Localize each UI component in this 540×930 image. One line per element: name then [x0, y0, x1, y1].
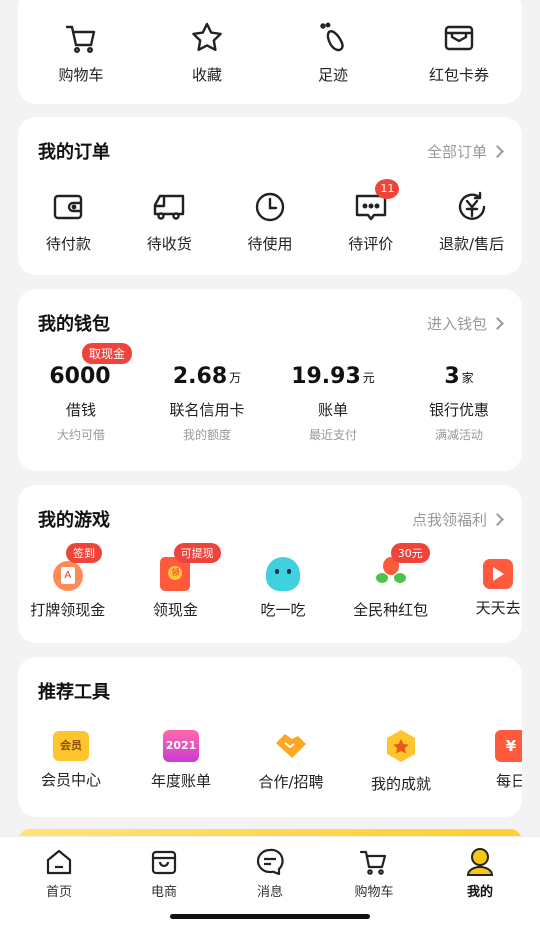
game-eat[interactable]: 吃一吃 [229, 555, 337, 620]
tool-daily[interactable]: ¥ 每日 [456, 729, 522, 794]
tab-messages[interactable]: 消息 [230, 847, 310, 900]
order-pending-delivery[interactable]: 待收货 [119, 189, 220, 254]
video-icon [483, 559, 514, 589]
calendar-icon: 2021 [163, 730, 199, 762]
chevron-right-icon [491, 512, 504, 526]
handshake-icon [273, 729, 309, 763]
tool-achievements[interactable]: 我的成就 [346, 729, 456, 794]
medal-icon [384, 729, 418, 765]
wallet-loan[interactable]: 取现金 6000 借钱 大约可借 [18, 343, 144, 443]
quick-footprint[interactable]: 足迹 [270, 20, 396, 85]
chevron-right-icon [491, 316, 504, 330]
cute-blob-icon [265, 557, 300, 591]
game-get-cash[interactable]: 领 可提现 领现金 [122, 543, 230, 620]
game-plant-red-packet[interactable]: 30元 全民种红包 [337, 543, 445, 620]
truck-icon [151, 189, 187, 225]
refund-icon [454, 189, 490, 225]
chevron-right-icon [491, 144, 504, 158]
wallet-title: 我的钱包 [38, 314, 110, 335]
home-indicator [170, 914, 370, 919]
wallet-credit-card[interactable]: 2.68 万 联名信用卡 我的额度 [144, 359, 270, 443]
cart-icon [63, 20, 99, 56]
footprint-icon [315, 20, 351, 56]
tool-member-center[interactable]: 会员 会员中心 [18, 729, 126, 794]
wallet-icon [50, 189, 86, 225]
review-count-badge: 11 [375, 179, 400, 199]
profile-icon [466, 848, 494, 876]
games-card: 我的游戏 点我领福利 A 签到 打牌领现金 领 可提现 领现金 吃一吃 30元 … [18, 485, 522, 643]
quick-coupons[interactable]: 红包卡券 [396, 20, 522, 85]
wallet-bill[interactable]: 19.93 元 账单 最近支付 [270, 359, 396, 443]
thirty-yuan-badge: 30元 [390, 543, 430, 563]
tools-title: 推荐工具 [38, 682, 110, 703]
message-icon [256, 848, 284, 876]
orders-title: 我的订单 [38, 142, 110, 163]
sign-in-badge: 签到 [66, 543, 102, 563]
member-icon: 会员 [53, 731, 89, 761]
tab-cart[interactable]: 购物车 [334, 847, 414, 900]
daily-calendar-icon: ¥ [495, 730, 522, 762]
shop-icon [151, 850, 177, 875]
cash-badge: 取现金 [82, 343, 133, 364]
bill-value: 19.93 [291, 364, 361, 389]
quick-cart[interactable]: 购物车 [18, 20, 144, 85]
orders-card: 我的订单 全部订单 待付款 待收货 待使用 11 待评价 退款/售后 [18, 117, 522, 275]
game-daily-go[interactable]: 天天去 [444, 555, 522, 620]
tab-home[interactable]: 首页 [19, 847, 99, 900]
coupon-icon [441, 20, 477, 56]
order-pending-review[interactable]: 11 待评价 [320, 179, 421, 254]
quick-actions-card: 购物车 收藏 足迹 红包卡券 [18, 0, 522, 104]
cart-icon [359, 850, 387, 875]
order-refund[interactable]: 退款/售后 [421, 189, 522, 254]
credit-value: 2.68 [172, 364, 228, 389]
games-title: 我的游戏 [38, 510, 110, 531]
tool-annual-bill[interactable]: 2021 年度账单 [126, 729, 236, 794]
tools-card: 推荐工具 会员 会员中心 2021 年度账单 合作/招聘 我的成就 ¥ 每日 [18, 657, 522, 817]
loan-value: 6000 [49, 364, 111, 389]
home-icon [46, 849, 72, 875]
tab-shop[interactable]: 电商 [124, 847, 204, 900]
poker-card-icon: A [52, 561, 83, 591]
wallet-bank-offers[interactable]: 3家 银行优惠 满减活动 [396, 359, 522, 443]
game-card-cash[interactable]: A 签到 打牌领现金 [18, 543, 122, 620]
star-icon [189, 20, 225, 56]
clock-icon [252, 189, 288, 225]
wallet-card: 我的钱包 进入钱包 取现金 6000 借钱 大约可借 2.68 万 联名信用卡 我… [18, 289, 522, 471]
enter-wallet-link[interactable]: 进入钱包 [427, 313, 504, 334]
bank-value: 3 [444, 364, 460, 389]
order-pending-payment[interactable]: 待付款 [18, 189, 119, 254]
tab-profile[interactable]: 我的 [440, 847, 520, 900]
quick-favorites[interactable]: 收藏 [144, 20, 270, 85]
order-pending-use[interactable]: 待使用 [220, 189, 321, 254]
withdrawable-badge: 可提现 [173, 543, 221, 563]
tool-cooperation[interactable]: 合作/招聘 [236, 729, 346, 794]
all-orders-link[interactable]: 全部订单 [427, 141, 504, 162]
claim-benefits-link[interactable]: 点我领福利 [412, 509, 504, 530]
